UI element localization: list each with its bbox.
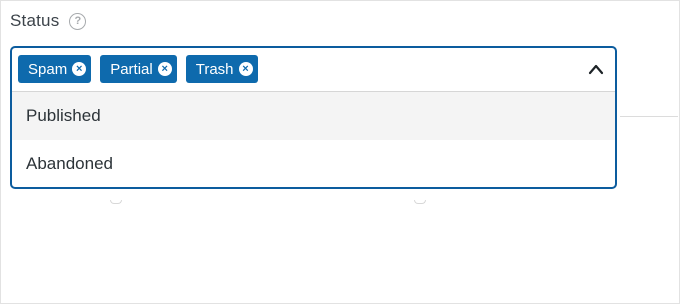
tag-trash[interactable]: Trash × — [185, 55, 258, 83]
option-label: Published — [26, 106, 101, 125]
option-abandoned[interactable]: Abandoned — [12, 140, 615, 187]
remove-tag-icon[interactable]: × — [157, 62, 172, 76]
tag-label: Trash — [195, 60, 234, 78]
tag-label: Partial — [110, 60, 153, 78]
status-multiselect[interactable]: Spam × Partial × Trash × Published Aband… — [10, 46, 617, 189]
selected-tags: Spam × Partial × Trash × — [18, 55, 258, 83]
tag-spam[interactable]: Spam × — [18, 55, 92, 83]
option-published[interactable]: Published — [12, 92, 615, 140]
tag-label: Spam — [28, 60, 68, 78]
option-label: Abandoned — [26, 154, 113, 173]
multiselect-input-area[interactable]: Spam × Partial × Trash × — [12, 48, 615, 92]
chevron-up-icon[interactable] — [588, 63, 604, 75]
dropdown-list: Published Abandoned — [12, 92, 615, 187]
status-label-text: Status — [10, 11, 60, 30]
divider-line — [620, 116, 678, 117]
remove-tag-icon[interactable]: × — [238, 62, 253, 76]
tag-partial[interactable]: Partial × — [100, 55, 177, 83]
help-icon[interactable]: ? — [69, 12, 87, 30]
remove-tag-icon[interactable]: × — [72, 62, 87, 76]
status-field-label: Status ? — [10, 11, 87, 31]
